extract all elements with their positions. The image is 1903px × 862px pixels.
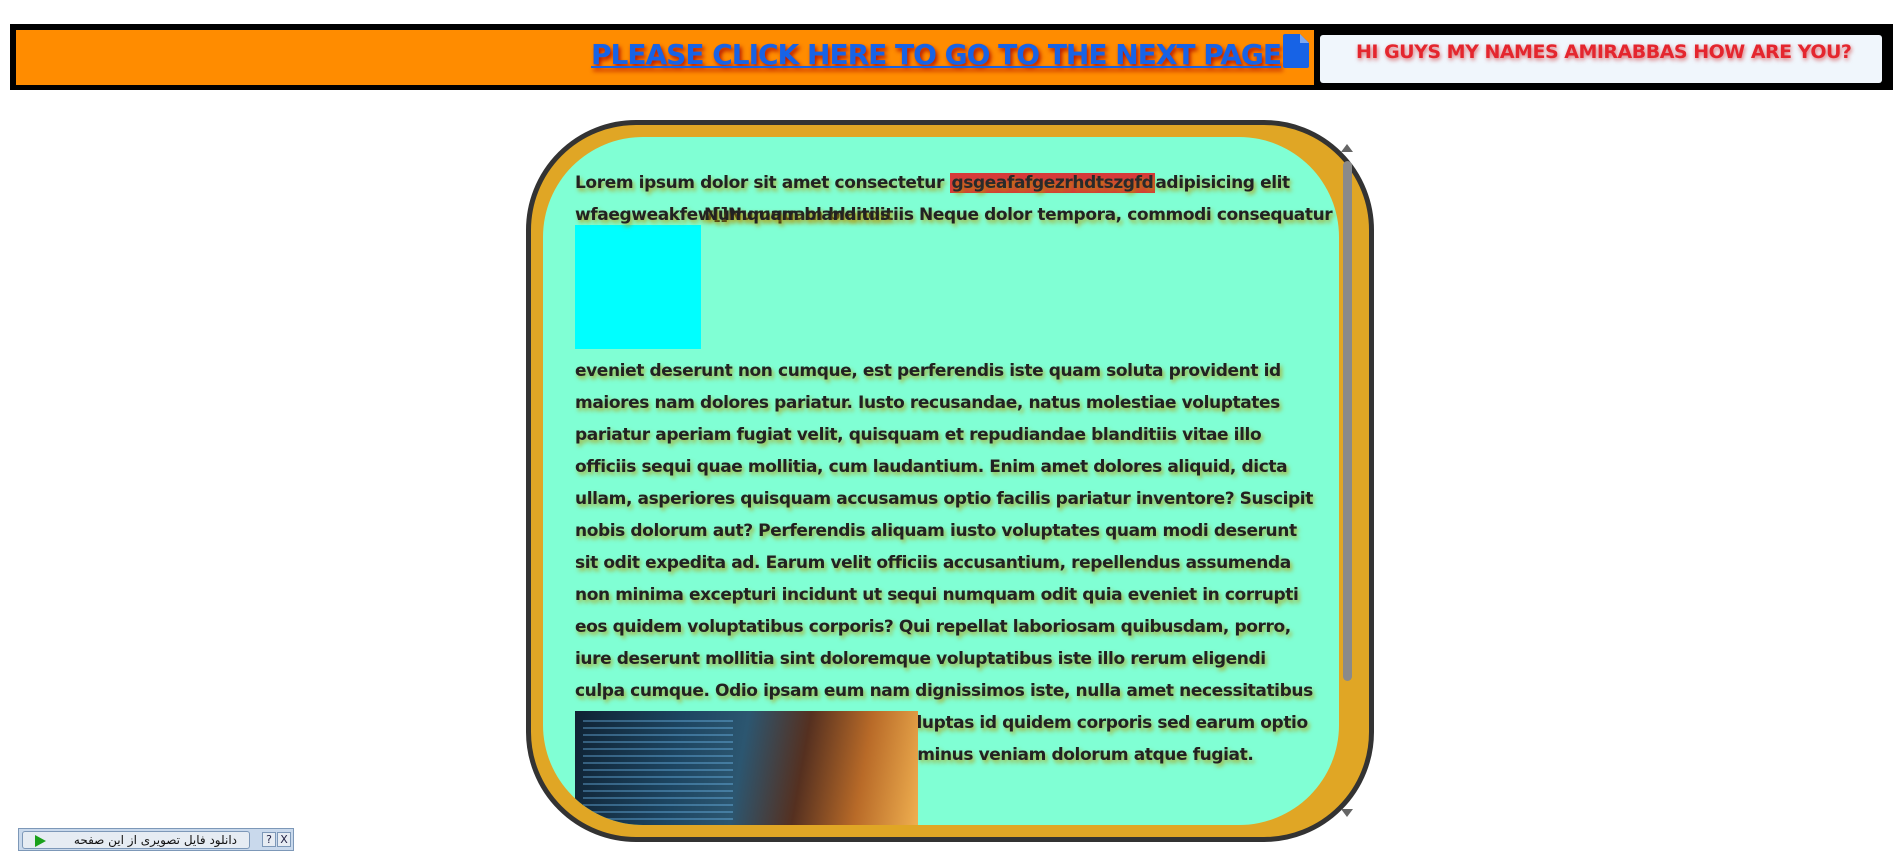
overlapping-text: Numquam blanditiis (704, 205, 890, 225)
next-page-link[interactable]: PLEASE CLICK HERE TO GO TO THE NEXT PAGE (591, 35, 1282, 75)
play-icon (35, 835, 46, 847)
document-icon[interactable] (1283, 34, 1309, 68)
scrollbar-thumb[interactable] (1343, 161, 1352, 681)
content-panel[interactable]: Lorem ipsum dolor sit amet consectetur g… (543, 137, 1339, 825)
close-button[interactable]: X (277, 832, 291, 847)
highlighted-text: gsgeafafgezrhdtszgfd (949, 173, 1156, 193)
greeting-text: HI GUYS MY NAMES AMIRABBAS HOW ARE YOU? (1356, 41, 1852, 63)
help-button[interactable]: ? (262, 832, 276, 847)
scroll-down-arrow-icon[interactable] (1341, 809, 1353, 817)
download-toolbar: دانلود فایل تصویری از این صفحه ? X (18, 828, 294, 851)
scroll-up-arrow-icon[interactable] (1341, 144, 1353, 152)
first-line: Lorem ipsum dolor sit amet consectetur g… (575, 173, 1290, 193)
second-line: wfaegweakfew[]Numquam blanditiis Neque d… (575, 199, 1333, 231)
content-text: Lorem ipsum dolor sit amet consectetur g… (575, 167, 1333, 771)
code-screen-image (575, 711, 918, 825)
download-video-button[interactable]: دانلود فایل تصویری از این صفحه (22, 831, 250, 849)
cyan-block (575, 225, 701, 349)
lorem-paragraph: eveniet deserunt non cumque, est perfere… (575, 361, 1313, 765)
